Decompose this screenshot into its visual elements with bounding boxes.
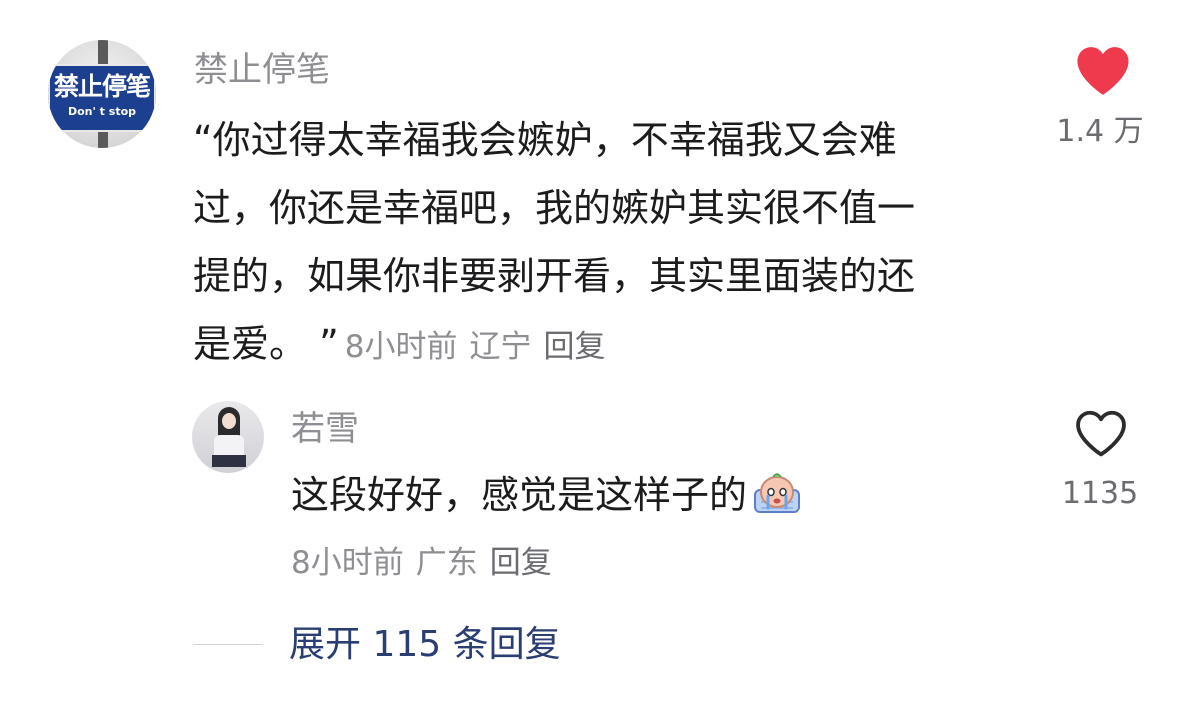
comment-location: 辽宁 <box>469 329 532 365</box>
heart-outline-icon[interactable] <box>1074 408 1128 458</box>
comment-line: 是爱。 ” <box>193 322 339 366</box>
reply-button[interactable]: 回复 <box>490 545 552 581</box>
expand-replies-button[interactable]: 展开 115 条回复 <box>289 621 561 669</box>
comment-time: 8小时前 <box>344 329 458 365</box>
heart-filled-icon[interactable] <box>1074 44 1132 96</box>
reply-text: 这段好好，感觉是这样子的 <box>291 468 803 521</box>
comment-meta: 8小时前 辽宁 回复 <box>345 329 606 365</box>
crying-face-emoji <box>751 468 803 516</box>
reply-text-content: 这段好好，感觉是这样子的 <box>291 473 748 517</box>
avatar-sign: 禁止停笔 Don' t stop <box>48 64 156 132</box>
reply-button[interactable]: 回复 <box>544 329 606 365</box>
avatar-sign-title: 禁止停笔 <box>53 72 151 101</box>
avatar-sign-subtitle: Don' t stop <box>67 105 137 118</box>
avatar-figure <box>212 455 246 467</box>
like-count: 1135 <box>1061 476 1139 511</box>
like-count: 1.4 万 <box>1056 114 1144 149</box>
expand-divider <box>193 644 263 645</box>
comment-username[interactable]: 禁止停笔 <box>194 48 330 92</box>
avatar-figure <box>222 413 236 429</box>
comment-text: “你过得太幸福我会嫉妒，不幸福我又会难 过，你还是幸福吧，我的嫉妒其实很不值一 … <box>193 106 993 381</box>
sign-pole <box>98 132 108 148</box>
reply-time: 8小时前 <box>291 545 404 581</box>
sign-pole <box>98 40 108 64</box>
reply-username[interactable]: 若雪 <box>291 407 359 451</box>
comment-line: “你过得太幸福我会嫉妒，不幸福我又会难 <box>193 118 897 162</box>
comment-line: 提的，如果你非要剥开看，其实里面装的还 <box>193 254 916 298</box>
reply-location: 广东 <box>415 545 478 581</box>
avatar[interactable]: 禁止停笔 Don' t stop <box>48 40 156 148</box>
comment-line: 过，你还是幸福吧，我的嫉妒其实很不值一 <box>193 186 916 230</box>
avatar-figure <box>214 435 244 457</box>
reply-meta: 8小时前 广东 回复 <box>291 541 564 585</box>
avatar[interactable] <box>192 401 264 473</box>
comment-last-line: 是爱。 ” 8小时前 辽宁 回复 <box>193 310 993 381</box>
